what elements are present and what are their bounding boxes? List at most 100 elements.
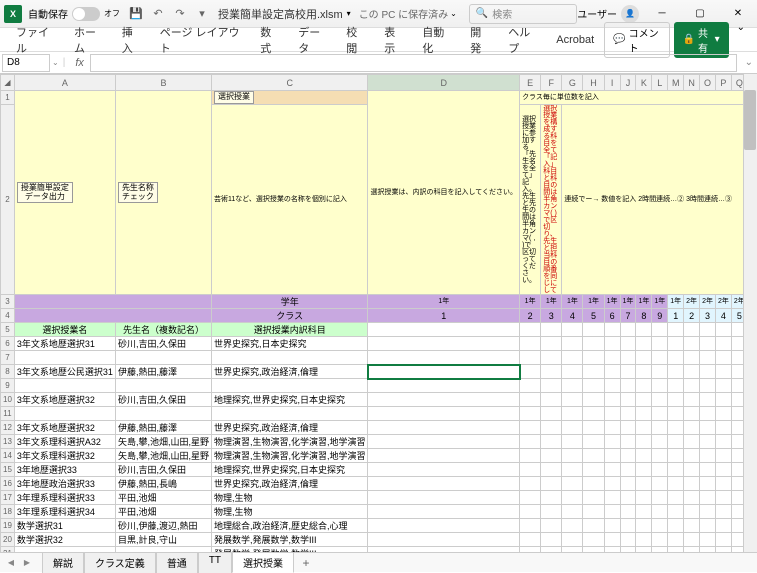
- cell[interactable]: [562, 323, 583, 337]
- cell[interactable]: [715, 533, 731, 547]
- cell[interactable]: [700, 351, 716, 365]
- cell[interactable]: [520, 435, 541, 449]
- row-header[interactable]: 13: [1, 435, 15, 449]
- cell[interactable]: [604, 421, 620, 435]
- cell[interactable]: [520, 533, 541, 547]
- cell[interactable]: 8: [636, 309, 652, 323]
- cell[interactable]: [620, 421, 636, 435]
- cell[interactable]: [562, 505, 583, 519]
- cell[interactable]: [583, 533, 604, 547]
- cell[interactable]: [604, 379, 620, 393]
- cell[interactable]: [636, 519, 652, 533]
- sheet-tab[interactable]: TT: [198, 552, 232, 573]
- cell[interactable]: 1年: [368, 295, 520, 309]
- cell[interactable]: 1年: [520, 295, 541, 309]
- cell[interactable]: [700, 449, 716, 463]
- cell[interactable]: [604, 365, 620, 379]
- cell[interactable]: [715, 351, 731, 365]
- cell[interactable]: [684, 323, 700, 337]
- cell[interactable]: [562, 379, 583, 393]
- cell[interactable]: [368, 407, 520, 421]
- cell[interactable]: 砂川,吉田,久保田: [115, 393, 211, 407]
- cell[interactable]: [652, 477, 668, 491]
- cell[interactable]: 選択授業は、内訳の科目を記入してください。: [368, 91, 520, 295]
- cell[interactable]: [583, 421, 604, 435]
- cell[interactable]: 2年: [700, 295, 716, 309]
- cell[interactable]: [652, 449, 668, 463]
- cell[interactable]: 7: [620, 309, 636, 323]
- col-header[interactable]: K: [636, 75, 652, 91]
- cell[interactable]: [652, 519, 668, 533]
- col-header[interactable]: J: [620, 75, 636, 91]
- cell[interactable]: [668, 449, 684, 463]
- cell[interactable]: [668, 351, 684, 365]
- formula-expand-icon[interactable]: ⌄: [741, 57, 757, 68]
- cell[interactable]: [700, 491, 716, 505]
- cell[interactable]: [700, 379, 716, 393]
- cell[interactable]: [541, 491, 562, 505]
- cell[interactable]: 1: [368, 309, 520, 323]
- cell[interactable]: [684, 547, 700, 553]
- cell[interactable]: [636, 463, 652, 477]
- cell[interactable]: [700, 337, 716, 351]
- cell[interactable]: [115, 547, 211, 553]
- cell[interactable]: [652, 323, 668, 337]
- cell[interactable]: [520, 351, 541, 365]
- row-header[interactable]: 18: [1, 505, 15, 519]
- cell[interactable]: [700, 547, 716, 553]
- cell[interactable]: [562, 365, 583, 379]
- cell[interactable]: [541, 435, 562, 449]
- cell[interactable]: 3年理系理科選択34: [14, 505, 115, 519]
- row-header[interactable]: 5: [1, 323, 15, 337]
- cell[interactable]: [541, 463, 562, 477]
- cell[interactable]: [715, 365, 731, 379]
- cell[interactable]: [715, 323, 731, 337]
- row-header[interactable]: 8: [1, 365, 15, 379]
- vertical-scrollbar[interactable]: [743, 74, 757, 552]
- cell[interactable]: [520, 449, 541, 463]
- cell[interactable]: [684, 463, 700, 477]
- cell[interactable]: [668, 421, 684, 435]
- cell[interactable]: [684, 533, 700, 547]
- autosave-toggle[interactable]: [72, 7, 100, 21]
- cell[interactable]: [520, 519, 541, 533]
- col-header[interactable]: D: [368, 75, 520, 91]
- cell[interactable]: [700, 519, 716, 533]
- cell[interactable]: [700, 505, 716, 519]
- cell[interactable]: [541, 449, 562, 463]
- cell[interactable]: 選択授業名: [14, 323, 115, 337]
- cell[interactable]: [620, 463, 636, 477]
- cell[interactable]: [684, 365, 700, 379]
- cell[interactable]: [636, 421, 652, 435]
- cell[interactable]: [368, 463, 520, 477]
- cell[interactable]: [211, 379, 368, 393]
- cell[interactable]: [620, 449, 636, 463]
- qat-dropdown-icon[interactable]: ▾: [194, 6, 210, 22]
- cell[interactable]: 世界史探究,政治経済,倫理: [211, 421, 368, 435]
- cell[interactable]: [368, 337, 520, 351]
- cell[interactable]: 伊藤,熱田,長嶋: [115, 477, 211, 491]
- cell[interactable]: 先生名（複数記名）: [115, 323, 211, 337]
- cell[interactable]: 物理演習,生物演習,化学演習,地学演習: [211, 449, 368, 463]
- row-header[interactable]: 7: [1, 351, 15, 365]
- cell[interactable]: [636, 449, 652, 463]
- cell[interactable]: [715, 477, 731, 491]
- cell[interactable]: [668, 365, 684, 379]
- sheet-nav-prev[interactable]: ◀: [4, 556, 18, 570]
- cell[interactable]: [562, 421, 583, 435]
- share-button[interactable]: 🔒 共有 ▾: [674, 22, 729, 58]
- cell[interactable]: [562, 337, 583, 351]
- cell[interactable]: [668, 505, 684, 519]
- cell[interactable]: [520, 491, 541, 505]
- cell[interactable]: 3年文系理科選択A32: [14, 435, 115, 449]
- cell[interactable]: 学年: [211, 295, 368, 309]
- cell[interactable]: [620, 337, 636, 351]
- col-header[interactable]: A: [14, 75, 115, 91]
- cell[interactable]: 平田,池畑: [115, 505, 211, 519]
- cell[interactable]: [604, 519, 620, 533]
- cell[interactable]: 選択授業: [211, 91, 368, 105]
- cell[interactable]: [520, 365, 541, 379]
- cell[interactable]: [620, 547, 636, 553]
- cell[interactable]: [604, 533, 620, 547]
- cell[interactable]: [668, 323, 684, 337]
